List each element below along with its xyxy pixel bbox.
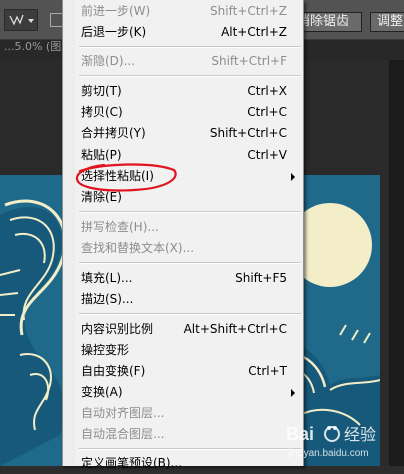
submenu-arrow-icon <box>291 173 295 181</box>
menu-item-label: 拼写检查(H)... <box>81 220 159 234</box>
menu-item-label: 剪切(T) <box>81 84 122 98</box>
menu-item-copy[interactable]: 拷贝(C) Ctrl+C <box>63 102 303 123</box>
menu-separator <box>79 211 301 213</box>
menu-item-shortcut: Ctrl+X <box>247 84 287 98</box>
menu-item-step-forward[interactable]: 前进一步(W) Shift+Ctrl+Z <box>63 1 303 22</box>
menu-item-label: 拷贝(C) <box>81 105 123 119</box>
menu-item-puppet-warp[interactable]: 操控变形 <box>63 340 303 361</box>
menu-item-label: 自由变换(F) <box>81 364 146 378</box>
menu-item-spell-check[interactable]: 拼写检查(H)... <box>63 217 303 238</box>
menu-item-label: 自动对齐图层... <box>81 406 165 420</box>
menu-item-label: 合并拷贝(Y) <box>81 126 146 140</box>
menu-item-label: 渐隐(D)... <box>81 54 136 68</box>
menu-item-label: 查找和替换文本(X)... <box>81 241 195 255</box>
menu-item-free-transform[interactable]: 自由变换(F) Ctrl+T <box>63 361 303 382</box>
menu-item-content-aware-scale[interactable]: 内容识别比例 Alt+Shift+Ctrl+C <box>63 319 303 340</box>
menu-item-shortcut: Alt+Ctrl+Z <box>221 25 287 39</box>
menu-item-fade[interactable]: 渐隐(D)... Shift+Ctrl+F <box>63 51 303 72</box>
menu-item-step-backward[interactable]: 后退一步(K) Alt+Ctrl+Z <box>63 22 303 43</box>
submenu-arrow-icon <box>291 389 295 397</box>
lasso-icon <box>9 14 34 26</box>
menu-item-label: 后退一步(K) <box>81 25 147 39</box>
menu-item-shortcut: Shift+Ctrl+Z <box>210 4 287 18</box>
menu-separator <box>79 262 301 264</box>
menu-item-shortcut: Alt+Shift+Ctrl+C <box>183 322 287 336</box>
lasso-tool-preset-button[interactable] <box>4 9 38 31</box>
menu-item-paste-special[interactable]: 选择性粘贴(I) <box>63 166 303 187</box>
menu-item-label: 操控变形 <box>81 343 130 357</box>
menu-item-shortcut: Ctrl+T <box>248 364 287 378</box>
menu-separator <box>79 46 301 48</box>
edit-menu: 前进一步(W) Shift+Ctrl+Z 后退一步(K) Alt+Ctrl+Z … <box>62 0 304 470</box>
menu-item-clear[interactable]: 清除(E) <box>63 187 303 208</box>
menu-item-shortcut: Ctrl+V <box>247 148 287 162</box>
menu-item-shortcut: Shift+Ctrl+F <box>211 54 287 68</box>
menu-item-shortcut: Shift+Ctrl+C <box>209 126 287 140</box>
menu-item-transform[interactable]: 变换(A) <box>63 382 303 403</box>
menu-item-label: 变换(A) <box>81 385 123 399</box>
panel-dock-edge <box>389 60 404 466</box>
refine-edge-button[interactable]: 调整 <box>370 12 404 32</box>
menu-item-label: 描边(S)... <box>81 292 134 306</box>
menu-item-auto-align-layers[interactable]: 自动对齐图层... <box>63 403 303 424</box>
menu-item-label: 内容识别比例 <box>81 322 154 336</box>
menu-item-cut[interactable]: 剪切(T) Ctrl+X <box>63 81 303 102</box>
menu-item-shortcut: Shift+F5 <box>235 271 287 285</box>
menu-item-label: 定义画笔预设(B)... <box>81 456 183 470</box>
menu-item-define-brush-preset[interactable]: 定义画笔预设(B)... <box>63 453 303 474</box>
menu-separator <box>79 448 301 450</box>
menu-item-find-replace[interactable]: 查找和替换文本(X)... <box>63 238 303 259</box>
menu-item-paste[interactable]: 粘贴(P) Ctrl+V <box>63 145 303 166</box>
menu-item-label: 填充(L)... <box>81 271 133 285</box>
menu-item-auto-blend-layers[interactable]: 自动混合图层... <box>63 424 303 445</box>
menu-item-fill[interactable]: 填充(L)... Shift+F5 <box>63 268 303 289</box>
menu-item-label: 清除(E) <box>81 190 122 204</box>
menu-item-shortcut: Ctrl+C <box>247 105 287 119</box>
menu-item-label: 前进一步(W) <box>81 4 151 18</box>
menu-separator <box>79 313 301 315</box>
menu-item-stroke[interactable]: 描边(S)... <box>63 289 303 310</box>
menu-item-label: 选择性粘贴(I) <box>81 169 154 183</box>
menu-item-copy-merged[interactable]: 合并拷贝(Y) Shift+Ctrl+C <box>63 123 303 144</box>
menu-item-label: 自动混合图层... <box>81 427 165 441</box>
menu-separator <box>79 75 301 77</box>
menu-item-label: 粘贴(P) <box>81 148 122 162</box>
